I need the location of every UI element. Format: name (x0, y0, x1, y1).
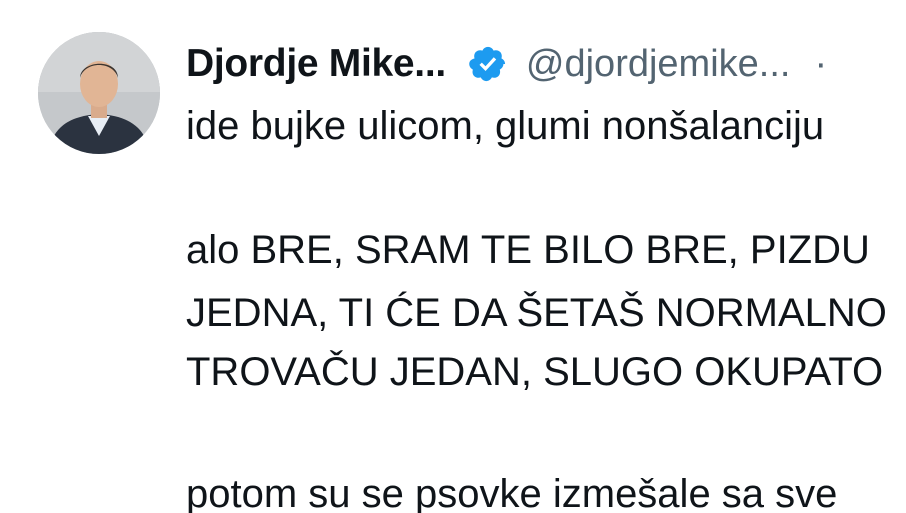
tweet-text-line: ide bujke ulicom, glumi nonšalanciju (186, 104, 825, 148)
tweet-header: Djordje Mike... @djordjemike... · (186, 38, 827, 90)
tweet-text-line: alo BRE, SRAM TE BILO BRE, PIZDU (186, 228, 870, 272)
avatar[interactable] (38, 32, 160, 154)
separator-dot: · (814, 42, 828, 85)
tweet-card: Djordje Mike... @djordjemike... · ide bu… (0, 0, 906, 513)
tweet-text-line: potom su se psovke izmešale sa sve (186, 472, 838, 513)
display-name[interactable]: Djordje Mike... (186, 42, 446, 86)
verified-badge-icon (469, 46, 505, 82)
profile-photo-icon (38, 32, 160, 154)
tweet-text-line: JEDNA, TI ĆE DA ŠETAŠ NORMALNO (186, 291, 887, 335)
tweet-text-line: TROVAČU JEDAN, SLUGO OKUPATO (186, 350, 884, 394)
user-handle[interactable]: @djordjemike... (526, 43, 791, 86)
